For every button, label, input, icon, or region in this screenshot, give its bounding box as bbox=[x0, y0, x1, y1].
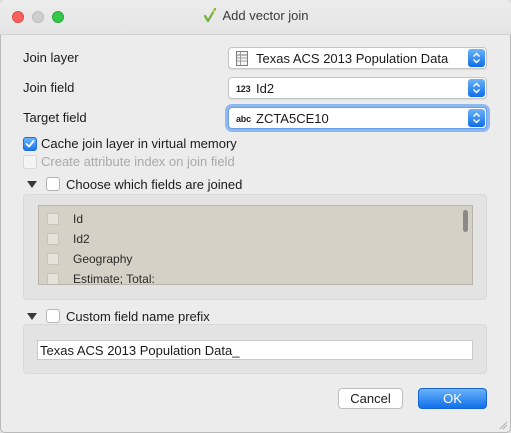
join-pencil-icon bbox=[203, 7, 217, 26]
cache-checkbox-label: Cache join layer in virtual memory bbox=[41, 136, 237, 151]
list-item[interactable]: Id bbox=[39, 209, 457, 229]
collapse-triangle-icon[interactable] bbox=[27, 181, 37, 189]
field-name: Id bbox=[73, 212, 84, 226]
numeric-field-icon: 123 bbox=[236, 84, 251, 94]
index-checkbox bbox=[23, 155, 37, 169]
resize-grip-icon[interactable] bbox=[498, 420, 508, 430]
index-checkbox-label: Create attribute index on join field bbox=[41, 154, 235, 169]
add-vector-join-dialog: Add vector join Join layer Texas ACS 201… bbox=[0, 0, 511, 433]
target-field-label: Target field bbox=[23, 110, 87, 125]
updown-arrows-icon bbox=[468, 79, 485, 97]
prefix-group-label: Custom field name prefix bbox=[66, 309, 210, 324]
checkmark-icon bbox=[25, 140, 35, 148]
collapse-triangle-icon[interactable] bbox=[27, 313, 37, 321]
list-item[interactable]: Geography bbox=[39, 249, 457, 269]
join-layer-combo[interactable]: Texas ACS 2013 Population Data bbox=[228, 47, 487, 69]
field-checkbox[interactable] bbox=[47, 273, 59, 284]
text-field-icon: abc bbox=[236, 114, 251, 124]
cache-checkbox[interactable] bbox=[23, 137, 37, 151]
field-checkbox[interactable] bbox=[47, 213, 59, 225]
prefix-input[interactable] bbox=[37, 340, 473, 360]
updown-arrows-icon bbox=[468, 49, 485, 67]
target-field-combo[interactable]: abc ZCTA5CE10 bbox=[228, 107, 487, 129]
fields-group-label: Choose which fields are joined bbox=[66, 177, 243, 192]
fields-list[interactable]: Id Id2 Geography Estimate; Total: bbox=[38, 205, 473, 285]
join-layer-value: Texas ACS 2013 Population Data bbox=[256, 51, 449, 66]
join-field-combo[interactable]: 123 Id2 bbox=[228, 77, 487, 99]
list-item[interactable]: Estimate; Total: bbox=[39, 269, 457, 285]
field-checkbox[interactable] bbox=[47, 253, 59, 265]
join-layer-label: Join layer bbox=[23, 50, 79, 65]
window-title: Add vector join bbox=[0, 7, 511, 26]
prefix-group-checkbox[interactable] bbox=[46, 309, 60, 323]
join-field-label: Join field bbox=[23, 80, 75, 95]
cancel-button[interactable]: Cancel bbox=[338, 388, 403, 409]
updown-arrows-icon bbox=[468, 109, 485, 127]
field-checkbox[interactable] bbox=[47, 233, 59, 245]
target-field-value: ZCTA5CE10 bbox=[256, 111, 329, 126]
field-name: Geography bbox=[73, 252, 133, 266]
window-title-text: Add vector join bbox=[222, 8, 309, 23]
title-bar: Add vector join bbox=[0, 0, 511, 35]
ok-button[interactable]: OK bbox=[418, 388, 487, 409]
field-name: Id2 bbox=[73, 232, 90, 246]
join-field-value: Id2 bbox=[256, 81, 275, 96]
field-name: Estimate; Total: bbox=[73, 272, 155, 285]
fields-group-checkbox[interactable] bbox=[46, 177, 60, 191]
list-scrollbar[interactable] bbox=[463, 210, 468, 232]
table-icon bbox=[236, 51, 248, 68]
list-item[interactable]: Id2 bbox=[39, 229, 457, 249]
